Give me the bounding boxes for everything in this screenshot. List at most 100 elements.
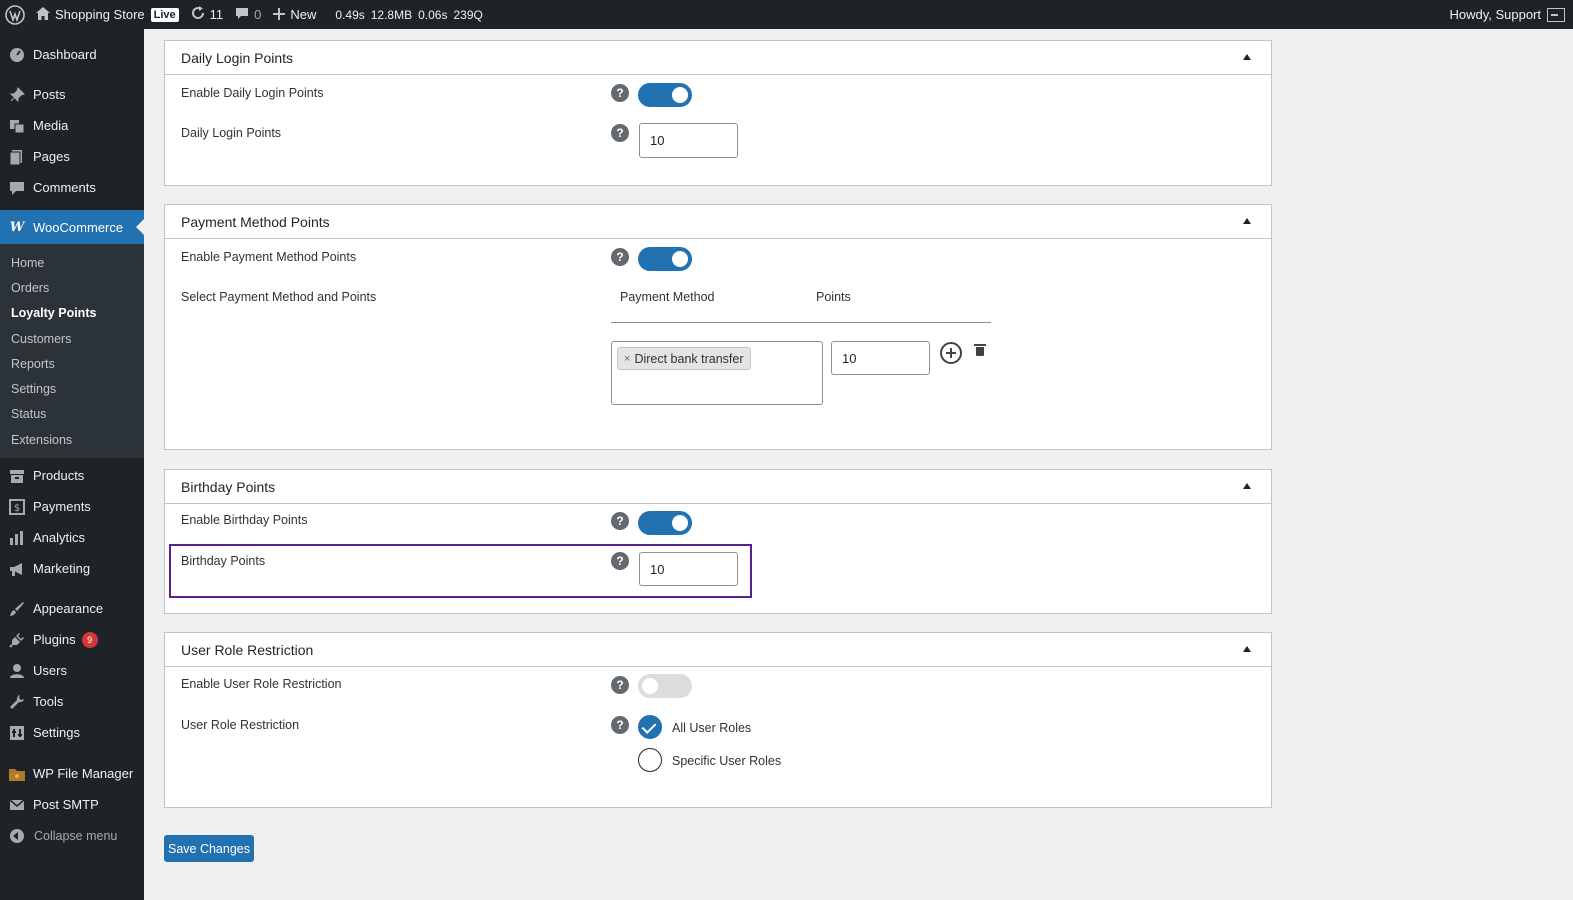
enable-role-restriction-toggle[interactable] — [638, 674, 692, 698]
sidebar-item-wp-file-manager[interactable]: WP File Manager — [0, 758, 144, 789]
save-changes-button[interactable]: Save Changes — [164, 835, 254, 862]
plugins-update-badge: 9 — [81, 631, 98, 648]
envelope-icon — [8, 796, 26, 814]
payments-icon: $ — [8, 498, 26, 516]
daily-login-panel: Daily Login Points Enable Daily Login Po… — [164, 40, 1272, 186]
sidebar-item-label: Pages — [33, 149, 70, 164]
payment-method-select[interactable]: × Direct bank transfer — [611, 341, 823, 405]
new-content-link[interactable]: New — [267, 0, 322, 29]
sidebar-item-label: Payments — [33, 499, 91, 515]
help-icon[interactable]: ? — [611, 84, 629, 102]
enable-daily-login-toggle[interactable] — [638, 83, 692, 107]
user-icon — [8, 662, 26, 680]
sidebar-item-label: WooCommerce — [33, 219, 124, 235]
sidebar-item-pages[interactable]: Pages — [0, 141, 144, 172]
comment-icon — [235, 7, 249, 23]
query-monitor-stats[interactable]: 0.49s 12.8MB 0.06s 239Q — [322, 0, 491, 29]
selected-method-chip: × Direct bank transfer — [617, 347, 751, 370]
comments-icon — [8, 179, 26, 197]
collapse-arrow-icon[interactable] — [1243, 646, 1251, 652]
my-account-link[interactable]: Howdy, Support — [1443, 0, 1573, 29]
payment-method-points-input[interactable]: 10 — [831, 341, 930, 375]
panel-header[interactable]: Birthday Points — [165, 470, 1271, 504]
toggle-knob — [672, 515, 688, 531]
trash-icon[interactable] — [974, 344, 986, 356]
daily-login-points-label: Daily Login Points — [181, 126, 282, 140]
collapse-menu-button[interactable]: Collapse menu — [0, 820, 144, 851]
sidebar-item-analytics[interactable]: Analytics — [0, 522, 144, 553]
points-column-header: Points — [816, 290, 851, 304]
sidebar-item-products[interactable]: Products — [0, 460, 144, 491]
sidebar-item-label: Users — [33, 663, 67, 679]
plus-icon — [273, 7, 286, 23]
sidebar-item-label: WP File Manager — [33, 766, 134, 782]
birthday-points-input[interactable]: 10 — [639, 552, 738, 586]
sidebar-item-settings[interactable]: Settings — [0, 717, 144, 748]
submenu-item-extensions[interactable]: Extensions — [0, 427, 144, 452]
help-icon[interactable]: ? — [611, 552, 629, 570]
pages-icon — [8, 148, 26, 166]
submenu-item-settings[interactable]: Settings — [0, 376, 144, 401]
settings-icon — [8, 724, 26, 742]
updates-icon — [191, 6, 205, 23]
submenu-item-loyalty-points[interactable]: Loyalty Points — [0, 301, 144, 326]
stat-queries: 239Q — [453, 7, 483, 22]
submenu-item-customers[interactable]: Customers — [0, 326, 144, 351]
collapse-arrow-icon[interactable] — [1243, 483, 1251, 489]
updates-link[interactable]: 11 — [185, 0, 230, 29]
panel-title: User Role Restriction — [181, 641, 314, 658]
brush-icon — [8, 600, 26, 618]
sidebar-item-appearance[interactable]: Appearance — [0, 593, 144, 624]
sidebar-item-tools[interactable]: Tools — [0, 686, 144, 717]
help-icon[interactable]: ? — [611, 124, 629, 142]
collapse-label: Collapse menu — [34, 828, 118, 843]
panel-header[interactable]: Daily Login Points — [165, 41, 1271, 75]
woocommerce-icon: W — [9, 219, 25, 235]
specific-user-roles-radio[interactable] — [638, 748, 662, 772]
help-icon[interactable]: ? — [611, 248, 629, 266]
sidebar-item-post-smtp[interactable]: Post SMTP — [0, 789, 144, 820]
stat-query-time: 0.06s — [418, 7, 448, 22]
wordpress-logo-icon[interactable] — [0, 0, 30, 29]
help-icon[interactable]: ? — [611, 676, 629, 694]
sidebar-item-marketing[interactable]: Marketing — [0, 553, 144, 584]
megaphone-icon — [8, 560, 26, 578]
panel-header[interactable]: Payment Method Points — [165, 205, 1271, 239]
submenu-item-status[interactable]: Status — [0, 402, 144, 427]
all-user-roles-label: All User Roles — [672, 721, 752, 735]
updates-count: 11 — [209, 7, 224, 22]
daily-login-points-input[interactable]: 10 — [639, 123, 738, 158]
collapse-arrow-icon[interactable] — [1243, 218, 1251, 224]
help-icon[interactable]: ? — [611, 512, 629, 530]
dashboard-icon — [8, 46, 26, 64]
sidebar-item-media[interactable]: Media — [0, 110, 144, 141]
submenu-item-reports[interactable]: Reports — [0, 351, 144, 376]
trash-lid — [974, 344, 986, 346]
collapse-arrow-icon[interactable] — [1243, 54, 1251, 60]
toggle-knob — [672, 251, 688, 267]
panel-header[interactable]: User Role Restriction — [165, 633, 1271, 667]
all-user-roles-radio[interactable] — [638, 715, 662, 739]
comments-link[interactable]: 0 — [229, 0, 267, 29]
sidebar-item-posts[interactable]: Posts — [0, 79, 144, 110]
sidebar-item-label: Post SMTP — [33, 797, 99, 813]
submenu-item-orders[interactable]: Orders — [0, 275, 144, 300]
enable-payment-method-toggle[interactable] — [638, 247, 692, 271]
help-icon[interactable]: ? — [611, 716, 629, 734]
plug-icon — [8, 631, 26, 649]
greeting: Howdy, Support — [1449, 7, 1541, 22]
sidebar-item-dashboard[interactable]: Dashboard — [0, 39, 144, 70]
pin-icon — [8, 86, 26, 104]
enable-birthday-toggle[interactable] — [638, 511, 692, 535]
payment-method-panel: Payment Method Points Enable Payment Met… — [164, 204, 1272, 450]
sidebar-item-users[interactable]: Users — [0, 655, 144, 686]
submenu-item-home[interactable]: Home — [0, 250, 144, 275]
remove-chip-icon[interactable]: × — [624, 353, 630, 365]
sidebar-item-woocommerce[interactable]: W WooCommerce — [0, 210, 144, 244]
add-row-icon[interactable] — [940, 342, 962, 364]
site-name-link[interactable]: Shopping Store Live — [30, 0, 185, 29]
media-icon — [8, 117, 26, 135]
sidebar-item-comments[interactable]: Comments — [0, 172, 144, 203]
sidebar-item-plugins[interactable]: Plugins 9 — [0, 624, 144, 655]
sidebar-item-payments[interactable]: $ Payments — [0, 491, 144, 522]
